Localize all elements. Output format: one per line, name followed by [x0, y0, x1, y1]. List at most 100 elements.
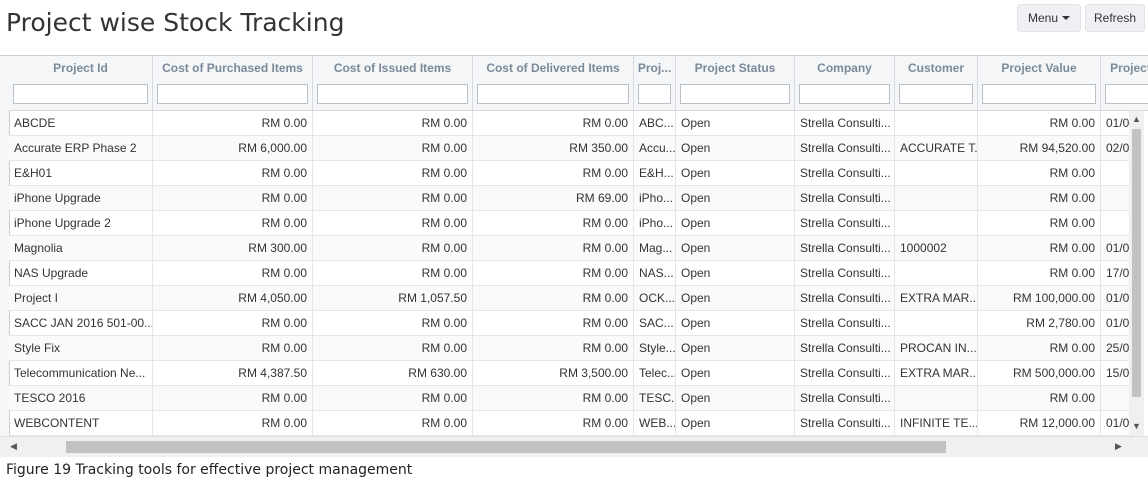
header-project-id[interactable]: Project Id	[9, 56, 153, 80]
grid-body: ABCDE RM 0.00 RM 0.00 RM 0.00 ABC... Open Stre…	[9, 111, 1129, 436]
cell-project-date: 02/0	[1101, 136, 1129, 160]
scroll-up-icon[interactable]: ▲	[1132, 114, 1141, 124]
filter-cell-project-id	[9, 80, 153, 110]
cell-cost-delivered: RM 0.00	[473, 311, 634, 335]
table-row[interactable]: E&H01 RM 0.00 RM 0.00 RM 0.00 E&H... Open Stre…	[9, 161, 1129, 186]
cell-project-name: SAC...	[634, 311, 676, 335]
cell-project-status: Open	[676, 211, 795, 235]
cell-cost-purchased: RM 0.00	[153, 311, 313, 335]
cell-cost-purchased: RM 0.00	[153, 261, 313, 285]
cell-cost-purchased: RM 300.00	[153, 236, 313, 260]
cell-project-date: 01/0	[1101, 236, 1129, 260]
table-row[interactable]: Style Fix RM 0.00 RM 0.00 RM 0.00 Style... Op…	[9, 336, 1129, 361]
filter-input-project-status[interactable]	[680, 84, 790, 104]
filter-input-project-value[interactable]	[982, 84, 1096, 104]
header-project-date[interactable]: Project	[1101, 56, 1148, 80]
cell-customer	[895, 311, 978, 335]
cell-cost-delivered: RM 0.00	[473, 211, 634, 235]
cell-project-id: SACC JAN 2016 501-00...	[9, 311, 153, 335]
cell-project-id: WEBCONTENT	[9, 411, 153, 435]
cell-project-date: 01/0	[1101, 111, 1129, 135]
header-company[interactable]: Company	[795, 56, 895, 80]
cell-cost-issued: RM 0.00	[313, 236, 473, 260]
cell-project-name: WEB...	[634, 411, 676, 435]
cell-cost-purchased: RM 0.00	[153, 211, 313, 235]
cell-company: Strella Consulti...	[795, 411, 895, 435]
table-row[interactable]: Magnolia RM 300.00 RM 0.00 RM 0.00 Mag... Ope…	[9, 236, 1129, 261]
cell-project-value: RM 0.00	[978, 386, 1101, 410]
table-row[interactable]: Accurate ERP Phase 2 RM 6,000.00 RM 0.00 RM…	[9, 136, 1129, 161]
filter-input-project-id[interactable]	[13, 84, 148, 104]
filter-input-cost-issued[interactable]	[317, 84, 468, 104]
header-project-value[interactable]: Project Value	[978, 56, 1101, 80]
table-row[interactable]: SACC JAN 2016 501-00... RM 0.00 RM 0.00 RM …	[9, 311, 1129, 336]
cell-customer: EXTRA MAR...	[895, 361, 978, 385]
cell-cost-issued: RM 0.00	[313, 136, 473, 160]
cell-project-date: 17/0	[1101, 261, 1129, 285]
cell-cost-issued: RM 0.00	[313, 386, 473, 410]
cell-cost-issued: RM 0.00	[313, 411, 473, 435]
cell-company: Strella Consulti...	[795, 311, 895, 335]
cell-project-value: RM 0.00	[978, 186, 1101, 210]
grid-filter-row	[9, 80, 1148, 111]
menu-button[interactable]: Menu	[1017, 4, 1081, 32]
header-customer[interactable]: Customer	[895, 56, 978, 80]
header-cost-purchased[interactable]: Cost of Purchased Items	[153, 56, 313, 80]
horizontal-scroll-thumb[interactable]	[66, 441, 946, 453]
filter-cell-project-name	[634, 80, 676, 110]
table-row[interactable]: Telecommunication Ne... RM 4,387.50 RM 630…	[9, 361, 1129, 386]
cell-project-value: RM 0.00	[978, 111, 1101, 135]
filter-input-cost-delivered[interactable]	[477, 84, 629, 104]
table-row[interactable]: WEBCONTENT RM 0.00 RM 0.00 RM 0.00 WEB... Ope…	[9, 411, 1129, 436]
cell-customer: PROCAN IN...	[895, 336, 978, 360]
cell-project-id: E&H01	[9, 161, 153, 185]
vertical-scrollbar[interactable]: ▲ ▼	[1129, 111, 1144, 436]
table-row[interactable]: iPhone Upgrade RM 0.00 RM 0.00 RM 69.00 iPho…	[9, 186, 1129, 211]
cell-project-date: 01/0	[1101, 286, 1129, 310]
filter-input-project-name[interactable]	[638, 84, 671, 104]
scroll-left-icon[interactable]: ◀	[10, 441, 17, 452]
filter-input-company[interactable]	[799, 84, 890, 104]
menu-button-label: Menu	[1027, 11, 1059, 25]
cell-project-status: Open	[676, 161, 795, 185]
table-row[interactable]: NAS Upgrade RM 0.00 RM 0.00 RM 0.00 NAS... Op…	[9, 261, 1129, 286]
cell-project-name: Accu...	[634, 136, 676, 160]
cell-company: Strella Consulti...	[795, 111, 895, 135]
header-project-status[interactable]: Project Status	[676, 56, 795, 80]
cell-project-id: ABCDE	[9, 111, 153, 135]
cell-customer	[895, 186, 978, 210]
table-row[interactable]: ABCDE RM 0.00 RM 0.00 RM 0.00 ABC... Open Stre…	[9, 111, 1129, 136]
filter-cell-cost-purchased	[153, 80, 313, 110]
cell-project-value: RM 12,000.00	[978, 411, 1101, 435]
vertical-scroll-thumb[interactable]	[1132, 129, 1141, 397]
refresh-button[interactable]: Refresh	[1085, 4, 1145, 32]
header-cost-issued[interactable]: Cost of Issued Items	[313, 56, 473, 80]
cell-project-id: iPhone Upgrade 2	[9, 211, 153, 235]
cell-company: Strella Consulti...	[795, 286, 895, 310]
filter-input-customer[interactable]	[899, 84, 973, 104]
scroll-down-icon[interactable]: ▼	[1132, 421, 1141, 431]
cell-project-value: RM 0.00	[978, 336, 1101, 360]
cell-project-value: RM 94,520.00	[978, 136, 1101, 160]
header-cost-delivered[interactable]: Cost of Delivered Items	[473, 56, 634, 80]
table-row[interactable]: Project I RM 4,050.00 RM 1,057.50 RM 0.00 OC…	[9, 286, 1129, 311]
filter-input-project-date[interactable]	[1105, 84, 1148, 104]
cell-project-date	[1101, 211, 1129, 235]
cell-cost-issued: RM 0.00	[313, 161, 473, 185]
filter-input-cost-purchased[interactable]	[157, 84, 308, 104]
cell-project-status: Open	[676, 361, 795, 385]
table-row[interactable]: TESCO 2016RM 0.00RM 0.00RM 0.00TESC...Op…	[9, 386, 1129, 411]
header-project-name[interactable]: Proj...	[634, 56, 676, 80]
filter-cell-customer	[895, 80, 978, 110]
cell-cost-purchased: RM 4,050.00	[153, 286, 313, 310]
cell-cost-delivered: RM 0.00	[473, 336, 634, 360]
scroll-right-icon[interactable]: ▶	[1115, 441, 1122, 452]
cell-customer	[895, 261, 978, 285]
cell-cost-purchased: RM 0.00	[153, 111, 313, 135]
cell-customer: INFINITE TE...	[895, 411, 978, 435]
cell-project-status: Open	[676, 186, 795, 210]
cell-project-value: RM 2,780.00	[978, 311, 1101, 335]
horizontal-scrollbar[interactable]: ◀ ▶	[0, 436, 1148, 457]
cell-cost-delivered: RM 0.00	[473, 111, 634, 135]
table-row[interactable]: iPhone Upgrade 2 RM 0.00 RM 0.00 RM 0.00 iPh…	[9, 211, 1129, 236]
